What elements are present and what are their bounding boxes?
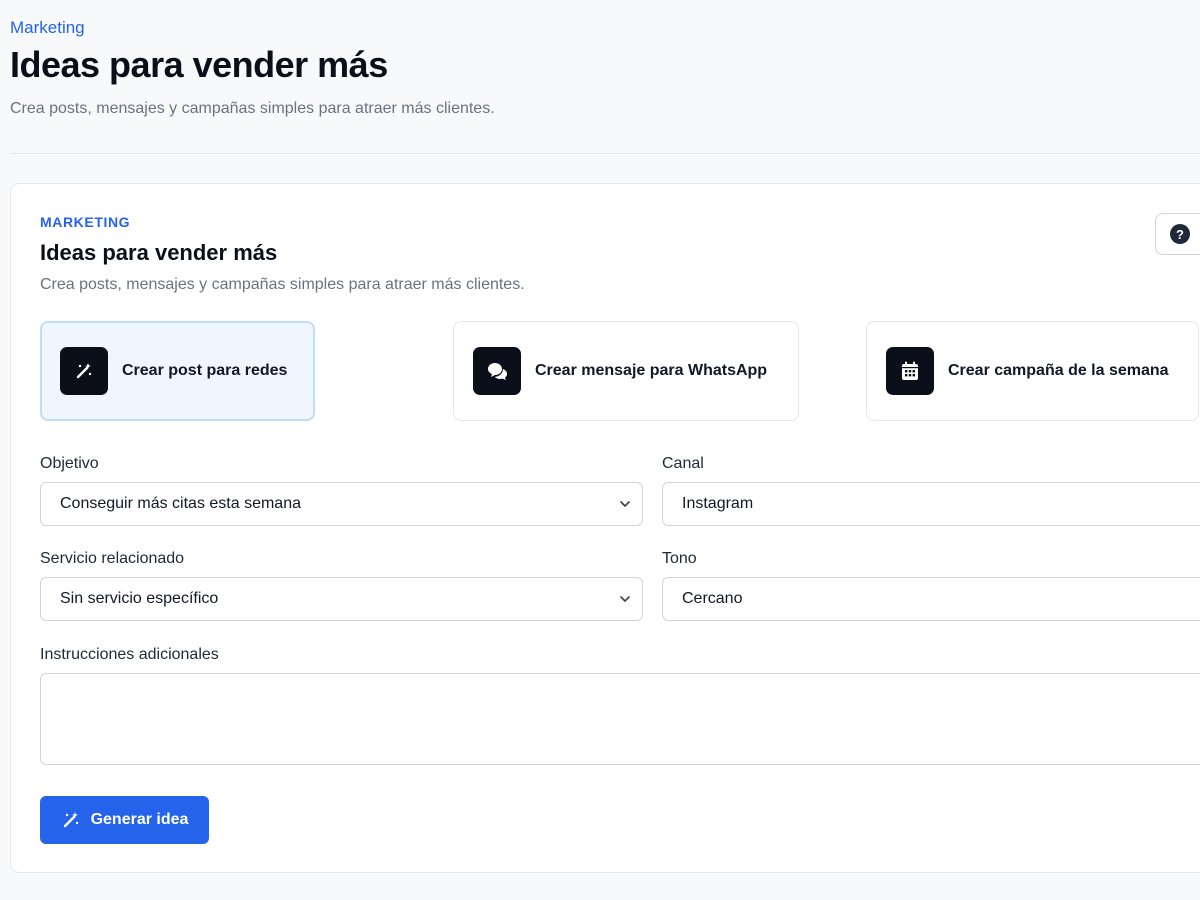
action-label: Crear mensaje para WhatsApp [535,362,768,379]
generate-idea-label: Generar idea [90,811,189,828]
objetivo-value: Conseguir más citas esta semana [60,495,301,512]
chevron-down-icon [620,501,630,507]
action-create-social-post[interactable]: Crear post para redes [40,321,315,421]
page: Marketing Ideas para vender más Crea pos… [0,0,1200,900]
action-label: Crear post para redes [122,362,288,379]
tono-label: Tono [662,550,697,567]
servicio-label: Servicio relacionado [40,550,185,567]
action-create-weekly-campaign[interactable]: Crear campaña de la semana [866,321,1199,421]
canal-value: Instagram [682,495,754,512]
page-title: Ideas para vender más [10,44,388,85]
ideas-card: MARKETING Ideas para vender más Crea pos… [10,183,1200,873]
tono-value: Cercano [682,590,743,607]
action-label: Crear campaña de la semana [948,362,1169,379]
card-subtitle: Crea posts, mensajes y campañas simples … [40,276,525,293]
calendar-icon [886,347,934,395]
objetivo-label: Objetivo [40,455,99,472]
magic-wand-icon [63,812,78,828]
page-subtitle: Crea posts, mensajes y campañas simples … [10,100,495,117]
action-create-whatsapp-message[interactable]: Crear mensaje para WhatsApp [453,321,799,421]
instrucciones-textarea[interactable] [40,673,1200,765]
servicio-select[interactable]: Sin servicio específico [40,577,643,621]
instrucciones-label: Instrucciones adicionales [40,646,219,663]
generate-idea-button[interactable]: Generar idea [40,796,209,844]
canal-select[interactable]: Instagram [662,482,1200,526]
tono-select[interactable]: Cercano [662,577,1200,621]
help-button[interactable]: ? [1155,213,1200,255]
header-divider [10,153,1200,154]
card-title: Ideas para vender más [40,240,278,265]
question-circle-icon: ? [1170,224,1190,244]
magic-wand-icon [60,347,108,395]
servicio-value: Sin servicio específico [60,590,219,607]
canal-label: Canal [662,455,704,472]
section-eyebrow: Marketing [10,18,85,37]
chevron-down-icon [620,596,630,602]
objetivo-select[interactable]: Conseguir más citas esta semana [40,482,643,526]
chat-bubbles-icon [473,347,521,395]
card-eyebrow: MARKETING [40,214,131,230]
